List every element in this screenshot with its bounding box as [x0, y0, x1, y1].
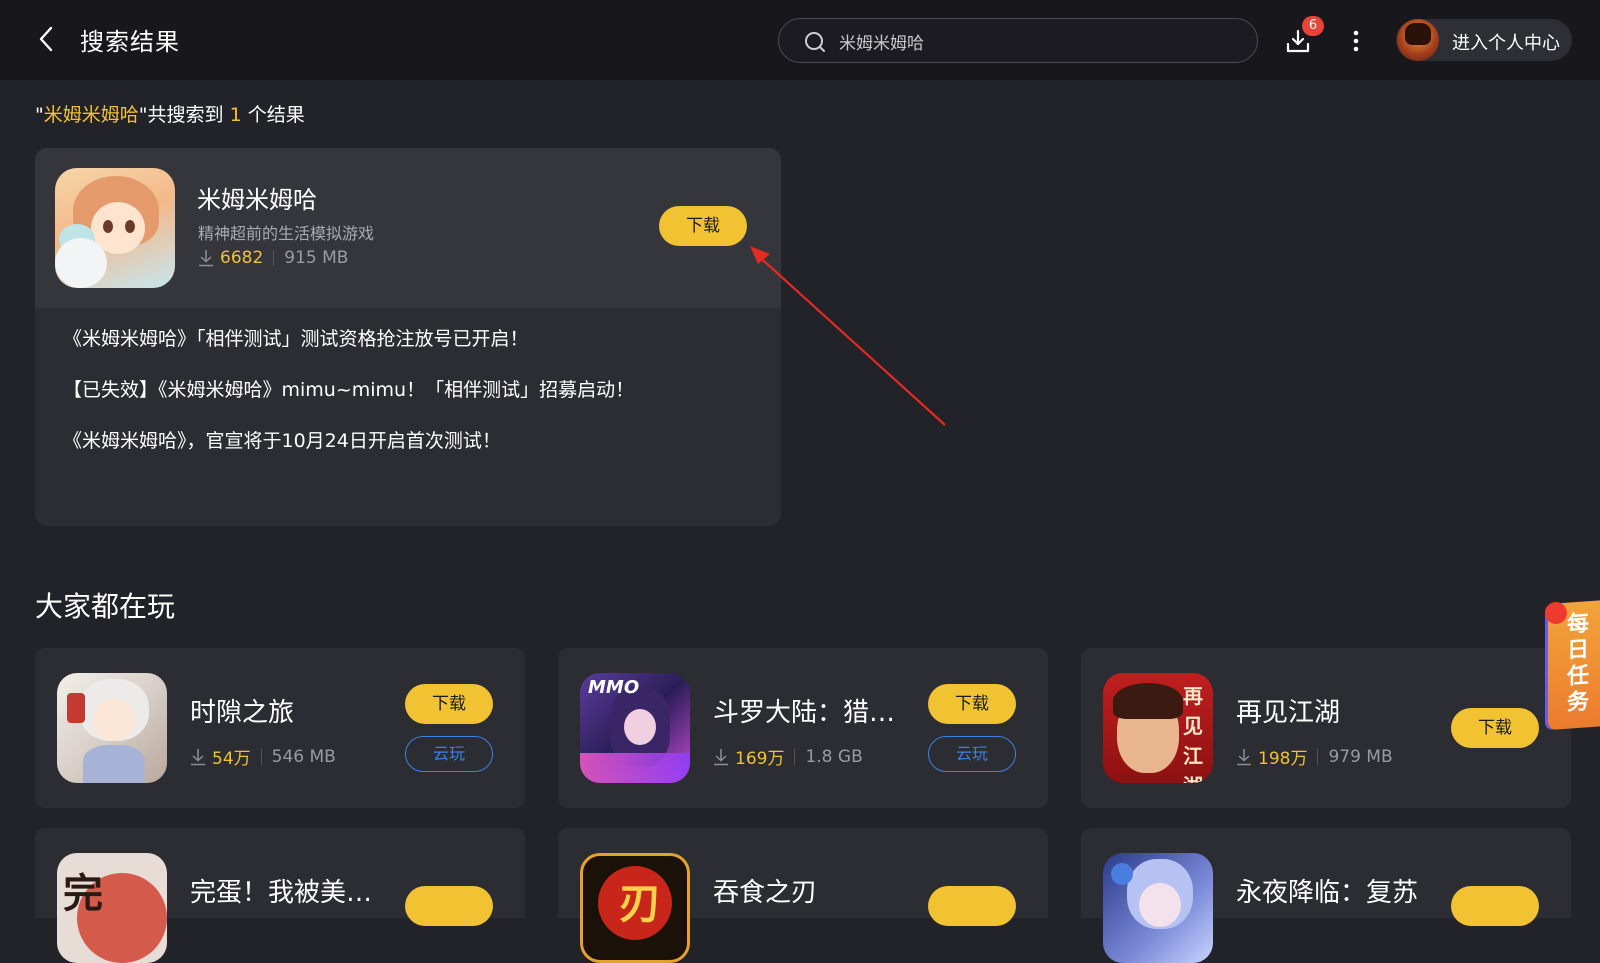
game-card[interactable]: 永夜降临：复苏 — [1081, 828, 1571, 963]
search-input[interactable] — [837, 25, 1237, 57]
game-name: 斗罗大陆：猎… — [713, 698, 896, 728]
top-bar: 搜索结果 6 进入个人中心 — [0, 0, 1600, 80]
meta-divider — [260, 748, 262, 765]
file-size: 915 MB — [284, 248, 349, 268]
game-name: 完蛋！我被美… — [190, 878, 373, 908]
news-list: 《米姆米姆哈》「相伴测试」测试资格抢注放号已开启！ 【已失效】《米姆米姆哈》mi… — [63, 324, 763, 477]
game-meta: 198万 979 MB — [1236, 744, 1393, 769]
search-icon — [805, 32, 825, 52]
download-count-icon — [714, 748, 728, 765]
back-arrow-icon[interactable] — [34, 24, 58, 54]
game-card[interactable]: MMO 斗罗大陆：猎… 169万 1.8 GB 下载 云玩 — [558, 648, 1048, 808]
game-card[interactable]: 再见江湖 再见江湖 198万 979 MB 下载 — [1081, 648, 1571, 808]
download-button[interactable] — [928, 886, 1016, 926]
annotation-arrow — [750, 246, 946, 426]
download-count: 6682 — [220, 248, 264, 268]
quote-open: " — [35, 104, 44, 126]
game-description: 精神超前的生活模拟游戏 — [198, 224, 375, 243]
file-size: 546 MB — [271, 746, 336, 767]
download-count: 198万 — [1258, 749, 1308, 769]
icon-text: MMO — [588, 677, 640, 698]
news-item[interactable]: 《米姆米姆哈》「相伴测试」测试资格抢注放号已开启！ — [63, 324, 763, 375]
game-meta: 54万 546 MB — [190, 744, 336, 769]
download-count-icon — [191, 748, 205, 765]
game-meta: 6682 915 MB — [198, 248, 348, 268]
profile-center-button[interactable]: 进入个人中心 — [1396, 19, 1572, 61]
game-icon[interactable] — [1103, 853, 1213, 963]
page-title: 搜索结果 — [80, 28, 180, 56]
summary-middle: 共搜索到 — [147, 104, 224, 126]
search-result-card: 米姆米姆哈 精神超前的生活模拟游戏 6682 915 MB 下载 《米姆米姆哈》… — [35, 148, 781, 526]
download-count-icon — [199, 250, 213, 267]
profile-label: 进入个人中心 — [1452, 33, 1560, 54]
search-summary: "米姆米姆哈"共搜索到 1 个结果 — [35, 100, 305, 127]
download-badge: 6 — [1302, 16, 1324, 36]
avatar — [1397, 19, 1439, 61]
download-button[interactable]: 下载 — [405, 684, 493, 724]
game-name: 吞食之刃 — [713, 878, 818, 908]
file-size: 1.8 GB — [805, 746, 863, 767]
game-icon[interactable]: 完 — [57, 853, 167, 963]
result-count: 1 — [229, 104, 242, 126]
game-name: 时隙之旅 — [190, 698, 295, 728]
download-button[interactable] — [1451, 886, 1539, 926]
summary-suffix: 个结果 — [247, 104, 305, 126]
notification-dot — [1545, 602, 1567, 624]
game-name: 米姆米姆哈 — [197, 186, 317, 214]
game-name: 永夜降临：复苏 — [1236, 878, 1419, 908]
icon-text: 完 — [63, 871, 103, 917]
game-name: 再见江湖 — [1236, 698, 1341, 728]
news-item[interactable]: 《米姆米姆哈》，官宣将于10月24日开启首次测试！ — [63, 426, 763, 477]
section-title: 大家都在玩 — [35, 590, 176, 623]
game-meta: 169万 1.8 GB — [713, 744, 863, 769]
more-vertical-icon[interactable] — [1346, 27, 1366, 55]
meta-divider — [1317, 748, 1319, 765]
search-bar[interactable] — [778, 18, 1258, 63]
download-count: 169万 — [735, 749, 785, 769]
download-button[interactable]: 下载 — [928, 684, 1016, 724]
quote-close: " — [138, 104, 148, 126]
game-icon[interactable] — [55, 168, 175, 288]
game-icon[interactable]: 刃 — [580, 853, 690, 963]
icon-text: 再见江湖 — [1183, 684, 1203, 783]
result-header[interactable]: 米姆米姆哈 精神超前的生活模拟游戏 6682 915 MB 下载 — [35, 148, 781, 308]
game-icon[interactable]: 再见江湖 — [1103, 673, 1213, 783]
cloud-play-button[interactable]: 云玩 — [405, 736, 493, 772]
meta-divider — [273, 250, 275, 266]
search-keyword: 米姆米姆哈 — [43, 104, 139, 126]
icon-text: 刃 — [619, 879, 662, 928]
daily-task-label: 每日任务 — [1566, 611, 1589, 716]
meta-divider — [794, 748, 796, 765]
cloud-play-button[interactable]: 云玩 — [928, 736, 1016, 772]
game-card[interactable]: 刃 吞食之刃 — [558, 828, 1048, 963]
download-count: 54万 — [212, 749, 251, 769]
download-button[interactable]: 下载 — [659, 206, 747, 246]
download-button[interactable] — [405, 886, 493, 926]
download-button[interactable]: 下载 — [1451, 708, 1539, 748]
news-item[interactable]: 【已失效】《米姆米姆哈》mimu~mimu！「相伴测试」招募启动！ — [63, 375, 763, 426]
file-size: 979 MB — [1328, 746, 1393, 767]
game-icon[interactable]: MMO — [580, 673, 690, 783]
download-count-icon — [1237, 748, 1251, 765]
game-icon[interactable] — [57, 673, 167, 783]
game-card[interactable]: 完 完蛋！我被美… — [35, 828, 525, 963]
game-card[interactable]: 时隙之旅 54万 546 MB 下载 云玩 — [35, 648, 525, 808]
